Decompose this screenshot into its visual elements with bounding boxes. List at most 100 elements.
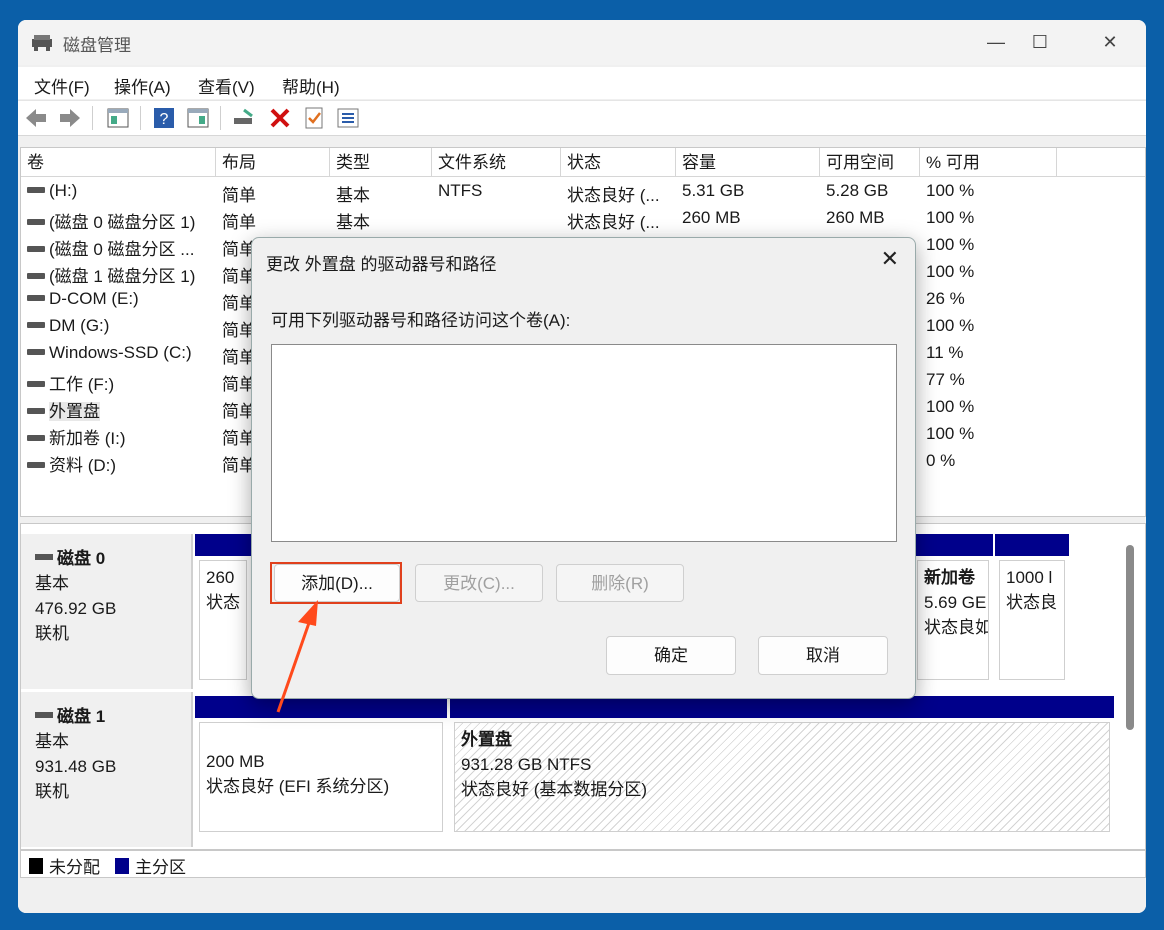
volume-name-text: 资料 (D:) [49, 456, 117, 475]
show-hide-action-pane-icon[interactable] [186, 106, 210, 130]
column-header-empty [1057, 148, 1145, 177]
partition-name: 外置盘 [461, 730, 512, 749]
volume-icon [27, 461, 45, 468]
cell-volume-name: D-COM (E:) [27, 289, 139, 309]
cell-volume-name: 工作 (F:) [27, 370, 114, 395]
ok-button[interactable]: 确定 [606, 636, 736, 675]
cell-volume-name: (磁盘 0 磁盘分区 ... [27, 235, 194, 260]
volume-name-text: Windows-SSD (C:) [49, 343, 192, 362]
connect-disk-icon[interactable] [232, 106, 256, 130]
vertical-scrollbar[interactable] [1126, 545, 1134, 730]
column-header-layout[interactable]: 布局 [216, 148, 330, 177]
column-header-filesystem[interactable]: 文件系统 [432, 148, 561, 177]
column-header-free-space[interactable]: 可用空间 [820, 148, 920, 177]
forward-arrow-icon[interactable] [58, 106, 82, 130]
disk-0-partition-recovery[interactable]: 1000 l 状态良 [995, 534, 1069, 684]
cell-status: 状态良好 (... [567, 213, 660, 232]
cell-percent-free: 100 % [926, 208, 975, 227]
properties-list-icon[interactable] [336, 106, 360, 130]
cell-status: 状态良好 (... [567, 186, 660, 205]
partition-body: 外置盘 931.28 GB NTFS 状态良好 (基本数据分区) [454, 722, 1110, 832]
disk-0-partition-1[interactable]: 260 状态 [195, 534, 251, 684]
back-arrow-icon[interactable] [24, 106, 48, 130]
cell-volume-name: (磁盘 1 磁盘分区 1) [27, 262, 195, 287]
legend-unallocated: 未分配 [29, 853, 100, 878]
volume-icon [27, 380, 45, 387]
close-icon: ✕ [1102, 32, 1118, 52]
column-header-percent-free[interactable]: % 可用 [920, 148, 1057, 177]
show-hide-console-icon[interactable] [106, 106, 130, 130]
title-bar: 磁盘管理 — ☐ ✕ [18, 20, 1146, 65]
cell-percent-free: 100 % [926, 397, 975, 416]
cell-filesystem: NTFS [438, 181, 483, 200]
cell-type: 基本 [336, 186, 370, 205]
close-button[interactable]: ✕ [1080, 20, 1140, 65]
disk-1-name: 磁盘 1 [57, 707, 106, 726]
partition-size: 5.69 GE [924, 593, 987, 612]
cell-volume-name: (磁盘 0 磁盘分区 1) [27, 208, 195, 233]
cell-capacity: 260 MB [682, 208, 741, 227]
dialog-title: 更改 外置盘 的驱动器号和路径 [266, 255, 497, 274]
add-button-highlight [270, 562, 402, 604]
maximize-button[interactable]: ☐ [1010, 20, 1070, 65]
menu-action[interactable]: 操作(A) [114, 73, 171, 98]
legend-unallocated-label: 未分配 [49, 858, 100, 877]
cell-volume-name: 新加卷 (I:) [27, 424, 126, 449]
disk-1-type: 基本 [35, 732, 69, 751]
dialog-close-icon[interactable]: ✕ [881, 246, 899, 272]
cell-volume-name: (H:) [27, 181, 77, 201]
cell-volume-name: 资料 (D:) [27, 451, 116, 476]
disk-0-state: 联机 [35, 624, 69, 643]
help-icon[interactable]: ? [152, 106, 176, 130]
cell-percent-free: 0 % [926, 451, 956, 470]
disk-1-partition-external[interactable]: 外置盘 931.28 GB NTFS 状态良好 (基本数据分区) [450, 696, 1114, 836]
disk-1-label[interactable]: 磁盘 1 基本 931.48 GB 联机 [21, 692, 193, 847]
cancel-button[interactable]: 取消 [758, 636, 888, 675]
cell-layout: 简单 [222, 213, 256, 232]
volume-icon [27, 434, 45, 441]
cell-percent-free: 11 % [926, 343, 964, 362]
disk-1-size: 931.48 GB [35, 757, 117, 776]
volume-icon [27, 407, 45, 414]
menu-file[interactable]: 文件(F) [34, 73, 90, 98]
volume-name-text: (H:) [49, 181, 78, 200]
disk-1-state: 联机 [35, 782, 69, 801]
toolbar-separator [140, 106, 141, 130]
remove-button: 删除(R) [556, 564, 684, 602]
cell-percent-free: 100 % [926, 262, 975, 281]
primary-swatch [115, 857, 129, 874]
menu-view[interactable]: 查看(V) [198, 73, 255, 98]
disk-0-label[interactable]: 磁盘 0 基本 476.92 GB 联机 [21, 534, 193, 689]
volume-name-text: DM (G:) [49, 316, 110, 335]
cell-layout: 简单 [222, 186, 256, 205]
disk-0-type: 基本 [35, 574, 69, 593]
properties-check-icon[interactable] [302, 106, 326, 130]
unallocated-swatch [29, 857, 43, 874]
cell-percent-free: 100 % [926, 181, 975, 200]
partition-size: 931.28 GB NTFS [461, 755, 592, 774]
column-header-status[interactable]: 状态 [561, 148, 676, 177]
primary-partition-bar [450, 696, 1114, 718]
delete-icon[interactable] [268, 106, 292, 130]
volume-icon [27, 272, 45, 279]
column-header-capacity[interactable]: 容量 [676, 148, 820, 177]
legend-bar: 未分配 主分区 [20, 850, 1146, 878]
disk-1-partition-efi[interactable]: 200 MB 状态良好 (EFI 系统分区) [195, 696, 447, 836]
cell-volume-name: Windows-SSD (C:) [27, 343, 192, 363]
partition-size: 200 MB [206, 752, 265, 771]
drive-paths-listbox[interactable] [271, 344, 897, 542]
volume-name-text: 工作 (F:) [49, 375, 115, 394]
status-bar [18, 880, 1146, 913]
toolbar-separator [220, 106, 221, 130]
menu-bar: 文件(F) 操作(A) 查看(V) 帮助(H) [18, 67, 1146, 99]
volume-row[interactable]: (磁盘 0 磁盘分区 1) 简单 基本 状态良好 (... 260 MB 260 MB 10… [21, 206, 1145, 233]
cell-volume-name: 外置盘 [27, 397, 100, 422]
menu-help[interactable]: 帮助(H) [282, 73, 340, 98]
disk-0-partition-new-volume[interactable]: 新加卷 5.69 GE 状态良如 [913, 534, 993, 684]
column-header-type[interactable]: 类型 [330, 148, 432, 177]
partition-name: 新加卷 [924, 568, 975, 587]
volume-row[interactable]: (H:) 简单 基本 NTFS 状态良好 (... 5.31 GB 5.28 GB 100 % [21, 179, 1145, 206]
cell-capacity: 5.31 GB [682, 181, 745, 200]
disk-0-name: 磁盘 0 [57, 549, 106, 568]
column-header-volume[interactable]: 卷 [21, 148, 216, 177]
